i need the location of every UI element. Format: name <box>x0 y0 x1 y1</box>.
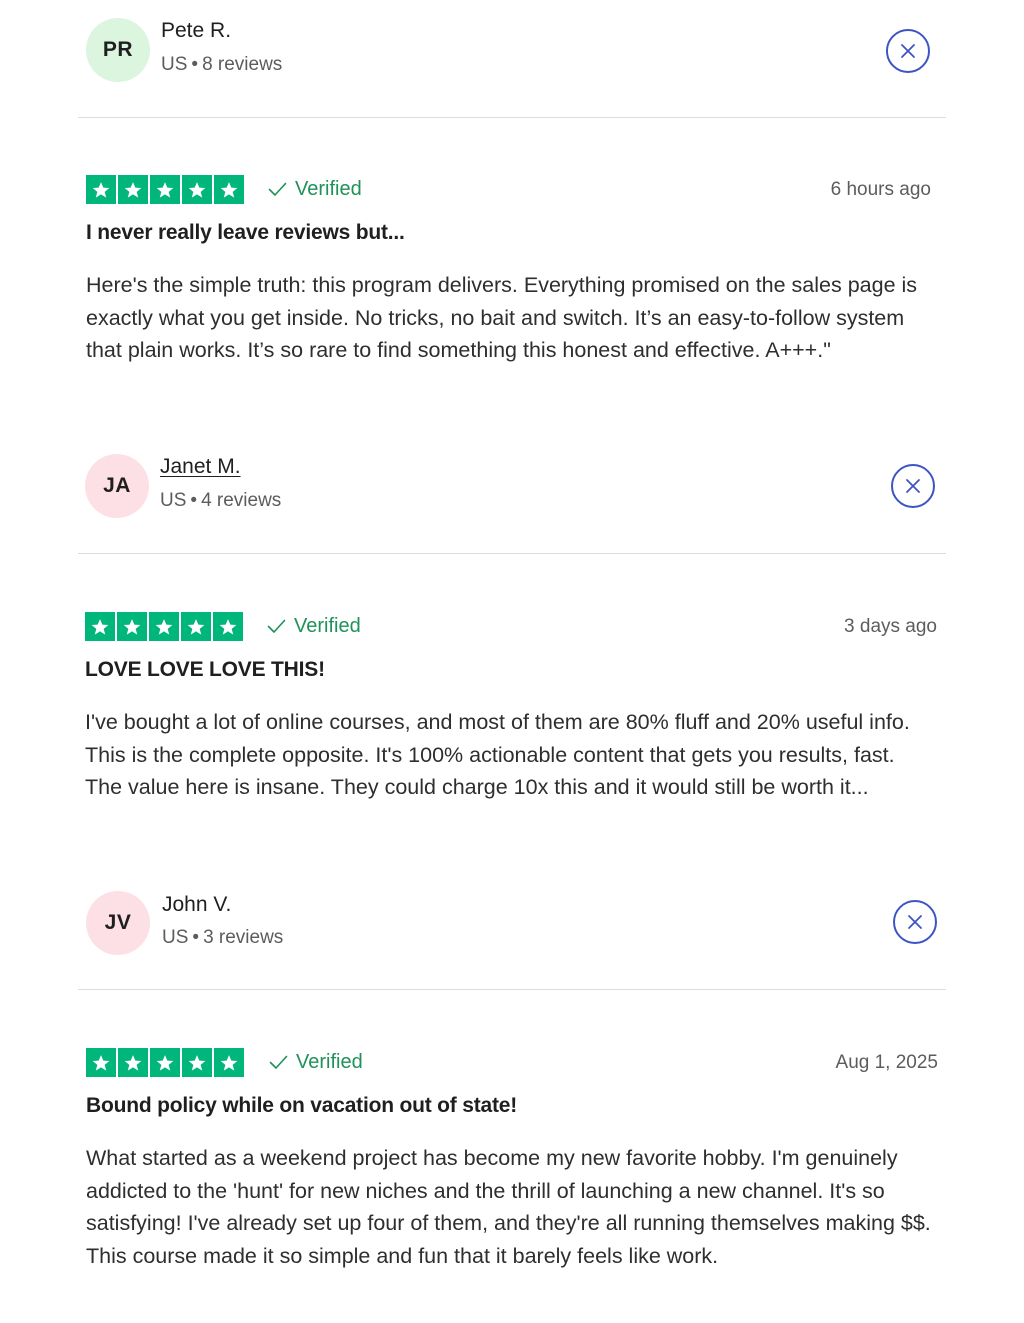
close-icon <box>908 915 922 929</box>
star-icon <box>213 612 243 641</box>
review-date: 3 days ago <box>844 615 937 637</box>
avatar: JV <box>86 891 150 955</box>
review-title: Bound policy while on vacation out of st… <box>86 1094 518 1117</box>
reviewer-name[interactable]: John V. <box>162 893 231 917</box>
review-card: JV John V. US • 3 reviews <box>78 872 946 990</box>
verified-badge: Verified <box>268 175 362 204</box>
review-date: Aug 1, 2025 <box>835 1051 938 1073</box>
star-icon <box>149 612 179 641</box>
avatar: JA <box>85 454 149 518</box>
review-title: I never really leave reviews but... <box>86 221 405 244</box>
reviewer-review-count: 8 reviews <box>202 54 283 75</box>
reviewer-header: JV John V. US • 3 reviews <box>78 872 946 990</box>
close-button[interactable] <box>891 464 935 508</box>
star-icon <box>117 612 147 641</box>
reviews-page: PR Pete R. US • 8 reviews Verified 6 hou… <box>0 0 1024 1323</box>
review-text: Here's the simple truth: this program de… <box>86 273 918 362</box>
star-rating <box>86 1048 244 1077</box>
star-icon <box>85 612 115 641</box>
close-icon <box>901 44 915 58</box>
close-button[interactable] <box>886 29 930 73</box>
avatar: PR <box>86 18 150 82</box>
star-icon <box>214 1048 244 1077</box>
reviewer-review-count: 4 reviews <box>201 490 282 511</box>
reviewer-meta: US • 4 reviews <box>160 490 281 512</box>
verified-badge: Verified <box>267 612 361 641</box>
star-rating <box>86 175 244 204</box>
star-icon <box>150 175 180 204</box>
close-icon <box>906 479 920 493</box>
verified-label: Verified <box>294 615 361 637</box>
star-icon <box>86 1048 116 1077</box>
verified-badge: Verified <box>269 1048 363 1077</box>
reviewer-meta: US • 3 reviews <box>162 927 283 949</box>
star-icon <box>181 612 211 641</box>
star-icon <box>118 1048 148 1077</box>
reviewer-header: JA Janet M. US • 4 reviews <box>78 436 946 554</box>
star-icon <box>182 175 212 204</box>
reviewer-name[interactable]: Janet M. <box>160 455 241 479</box>
reviewer-country: US <box>161 54 188 75</box>
reviewer-header: PR Pete R. US • 8 reviews <box>78 0 946 118</box>
star-icon <box>86 175 116 204</box>
star-icon <box>214 175 244 204</box>
reviewer-meta: US • 8 reviews <box>161 54 282 76</box>
verified-label: Verified <box>295 178 362 200</box>
reviewer-country: US <box>160 490 187 511</box>
review-date: 6 hours ago <box>830 178 931 200</box>
verified-label: Verified <box>296 1051 363 1073</box>
review-card: JA Janet M. US • 4 reviews <box>78 436 946 554</box>
review-card: PR Pete R. US • 8 reviews <box>78 0 946 118</box>
star-icon <box>182 1048 212 1077</box>
meta-separator: • <box>192 927 200 948</box>
check-icon <box>267 619 286 633</box>
star-icon <box>150 1048 180 1077</box>
check-icon <box>269 1055 288 1069</box>
check-icon <box>268 182 287 196</box>
reviewer-country: US <box>162 927 189 948</box>
star-rating <box>85 612 243 641</box>
review-text: I've bought a lot of online courses, and… <box>85 710 910 799</box>
reviewer-name[interactable]: Pete R. <box>161 19 231 43</box>
meta-separator: • <box>191 54 199 75</box>
meta-separator: • <box>190 490 198 511</box>
reviewer-review-count: 3 reviews <box>203 927 284 948</box>
review-text: What started as a weekend project has be… <box>86 1146 931 1268</box>
close-button[interactable] <box>893 900 937 944</box>
star-icon <box>118 175 148 204</box>
review-title: LOVE LOVE LOVE THIS! <box>85 658 325 681</box>
